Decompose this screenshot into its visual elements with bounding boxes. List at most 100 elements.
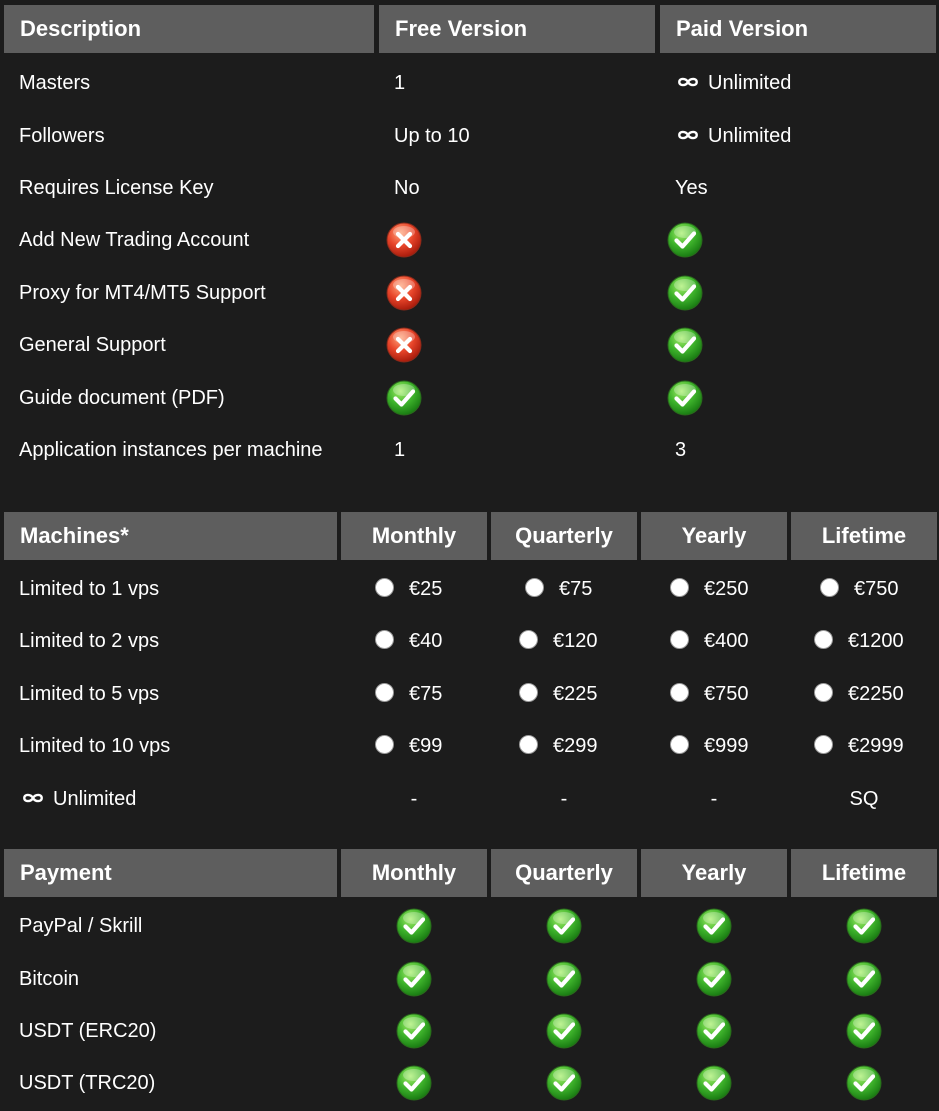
check-icon — [667, 380, 703, 416]
payment-row-bitcoin: Bitcoin — [0, 953, 939, 1005]
unlimited-label: Unlimited — [53, 788, 137, 810]
radio-button[interactable] — [519, 683, 538, 703]
header-description: Description — [4, 5, 374, 53]
price-option-monthly[interactable]: €75 — [375, 668, 442, 720]
payment-row-usdt-trc20: USDT (TRC20) — [0, 1057, 939, 1109]
check-icon — [396, 1013, 432, 1049]
price-option-quarterly[interactable]: €225 — [519, 668, 598, 720]
feature-row-license-key: Requires License Key No Yes — [0, 162, 939, 214]
check-icon — [667, 222, 703, 258]
free-value: 1 — [394, 72, 406, 94]
header-lifetime: Lifetime — [791, 512, 937, 560]
feature-row-followers: Followers Up to 10 Unlimited — [0, 110, 939, 162]
unlimited-yearly: - — [710, 788, 718, 810]
unlimited-monthly: - — [410, 788, 418, 810]
machines-label: Limited to 1 vps — [19, 578, 160, 600]
price-label: €2250 — [848, 683, 904, 705]
check-icon — [696, 961, 732, 997]
check-icon — [846, 961, 882, 997]
feature-row-add-trading-account: Add New Trading Account — [0, 214, 939, 266]
machines-label: Unlimited — [22, 773, 136, 825]
price-option-quarterly[interactable]: €120 — [519, 615, 598, 667]
check-icon — [546, 908, 582, 944]
check-icon — [667, 327, 703, 363]
check-icon — [546, 1013, 582, 1049]
radio-button[interactable] — [670, 630, 689, 650]
price-option-lifetime[interactable]: €750 — [820, 563, 899, 615]
radio-button[interactable] — [814, 683, 833, 703]
header-machines: Machines* — [4, 512, 337, 560]
header-yearly: Yearly — [641, 849, 787, 897]
price-option-yearly[interactable]: €400 — [670, 615, 749, 667]
infinity-icon — [22, 792, 44, 804]
feature-row-guide-document: Guide document (PDF) — [0, 372, 939, 424]
price-option-lifetime[interactable]: €1200 — [814, 615, 904, 667]
price-label: €299 — [553, 735, 598, 757]
check-icon — [696, 1065, 732, 1101]
radio-button[interactable] — [670, 683, 689, 703]
check-icon — [696, 1013, 732, 1049]
radio-button[interactable] — [519, 735, 538, 755]
radio-button[interactable] — [375, 630, 394, 650]
free-value: Up to 10 — [394, 125, 470, 147]
price-label: €2999 — [848, 735, 904, 757]
price-label: €750 — [704, 683, 749, 705]
price-option-monthly[interactable]: €40 — [375, 615, 442, 667]
check-icon — [696, 908, 732, 944]
machines-label: Limited to 10 vps — [19, 735, 171, 757]
price-option-quarterly[interactable]: €75 — [525, 563, 592, 615]
radio-button[interactable] — [375, 578, 394, 598]
radio-button[interactable] — [814, 630, 833, 650]
price-option-yearly[interactable]: €999 — [670, 720, 749, 772]
radio-button[interactable] — [375, 683, 394, 703]
feature-row-app-instances: Application instances per machine 1 3 — [0, 424, 939, 476]
check-icon — [846, 1013, 882, 1049]
paid-value: 3 — [675, 439, 687, 461]
price-option-lifetime[interactable]: €2999 — [814, 720, 904, 772]
check-icon — [846, 1065, 882, 1101]
price-option-yearly[interactable]: €750 — [670, 668, 749, 720]
feature-label: Application instances per machine — [19, 439, 323, 461]
cross-icon — [386, 275, 422, 311]
feature-label: General Support — [19, 334, 166, 356]
check-icon — [846, 908, 882, 944]
price-label: €999 — [704, 735, 749, 757]
check-icon — [546, 1065, 582, 1101]
machines-row-2-vps: Limited to 2 vps €40 €120 €400 €1200 — [0, 615, 939, 667]
radio-button[interactable] — [814, 735, 833, 755]
price-option-lifetime[interactable]: €2250 — [814, 668, 904, 720]
price-label: €75 — [559, 578, 593, 600]
price-label: €40 — [409, 630, 443, 652]
paid-value-text: Unlimited — [708, 125, 792, 147]
radio-button[interactable] — [519, 630, 538, 650]
price-option-monthly[interactable]: €99 — [375, 720, 442, 772]
price-option-quarterly[interactable]: €299 — [519, 720, 598, 772]
radio-button[interactable] — [525, 578, 544, 598]
check-icon — [667, 275, 703, 311]
cross-icon — [386, 327, 422, 363]
header-yearly: Yearly — [641, 512, 787, 560]
infinity-icon — [677, 76, 699, 88]
header-payment: Payment — [4, 849, 337, 897]
radio-button[interactable] — [820, 578, 839, 598]
feature-row-general-support: General Support — [0, 319, 939, 371]
paid-value-text: Unlimited — [708, 72, 792, 94]
price-option-monthly[interactable]: €25 — [375, 563, 442, 615]
price-option-yearly[interactable]: €250 — [670, 563, 749, 615]
header-monthly: Monthly — [341, 512, 487, 560]
feature-label: Requires License Key — [19, 177, 214, 199]
radio-button[interactable] — [375, 735, 394, 755]
radio-button[interactable] — [670, 735, 689, 755]
machines-row-5-vps: Limited to 5 vps €75 €225 €750 €2250 — [0, 668, 939, 720]
price-label: €99 — [409, 735, 443, 757]
price-label: €750 — [854, 578, 899, 600]
payment-row-paypal-skrill: PayPal / Skrill — [0, 900, 939, 952]
feature-label: Proxy for MT4/MT5 Support — [19, 282, 266, 304]
radio-button[interactable] — [670, 578, 689, 598]
payment-row-usdt-erc20: USDT (ERC20) — [0, 1005, 939, 1057]
header-paid-version: Paid Version — [660, 5, 936, 53]
header-quarterly: Quarterly — [491, 512, 637, 560]
feature-label: Followers — [19, 125, 105, 147]
infinity-icon — [677, 129, 699, 141]
price-label: €400 — [704, 630, 749, 652]
